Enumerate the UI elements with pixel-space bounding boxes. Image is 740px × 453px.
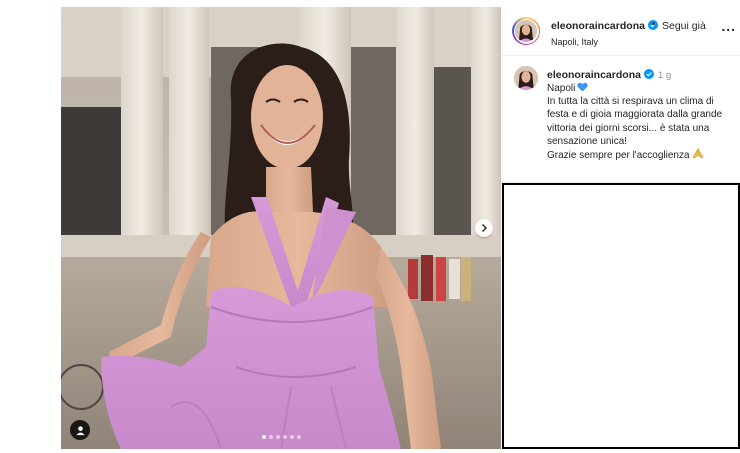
post-photo[interactable] [61, 7, 501, 449]
carousel-dot [275, 435, 280, 439]
caption-area: eleonoraincardona 1 g Napoli In tutta la … [502, 56, 740, 183]
post-modal: eleonoraincardona • Segui già Napoli, It… [61, 7, 740, 449]
post-side-panel: eleonoraincardona • Segui già Napoli, It… [502, 7, 740, 449]
caption-line: festa e di gioia maggiorata dalla grande [547, 109, 723, 121]
caption-line: In tutta la città si respirava un clima … [547, 96, 714, 108]
carousel-dot [289, 435, 294, 439]
avatar [515, 20, 537, 42]
caption-header: eleonoraincardona 1 g [547, 69, 671, 81]
avatar-picture [515, 20, 537, 42]
caption-line: sensazione unica! [547, 135, 628, 147]
caption-text: Napoli In tutta la città si respirava un… [547, 82, 733, 162]
avatar-picture [514, 66, 538, 90]
folded-hands-icon [692, 148, 703, 159]
following-button[interactable]: Segui già [662, 20, 706, 32]
post-location[interactable]: Napoli, Italy [551, 37, 598, 47]
caption-username[interactable]: eleonoraincardona [547, 69, 641, 81]
story-ring[interactable] [512, 17, 540, 45]
comments-region [502, 183, 740, 449]
caption-avatar[interactable] [514, 66, 538, 90]
photo-illustration [61, 7, 501, 449]
more-options-icon[interactable]: ... [721, 19, 736, 33]
carousel-dot [296, 435, 301, 439]
carousel-dot [268, 435, 273, 439]
carousel-dot [282, 435, 287, 439]
caption-timestamp[interactable]: 1 g [658, 70, 671, 81]
carousel-dot [261, 435, 266, 439]
caption-line: vittoria dei giorni scorsi... è stata un… [547, 122, 710, 134]
chevron-right-icon [481, 223, 488, 233]
carousel-indicator [61, 435, 501, 439]
caption-line: Grazie sempre per l'accoglienza [547, 148, 733, 162]
next-photo-button[interactable] [475, 219, 493, 237]
header-username[interactable]: eleonoraincardona [551, 20, 658, 32]
blue-heart-icon [577, 82, 588, 92]
user-tag-icon [75, 425, 85, 435]
caption-line: Napoli [547, 82, 733, 95]
verified-badge-icon [643, 69, 654, 79]
post-header: eleonoraincardona • Segui già Napoli, It… [502, 7, 740, 56]
header-separator: • [652, 19, 656, 30]
